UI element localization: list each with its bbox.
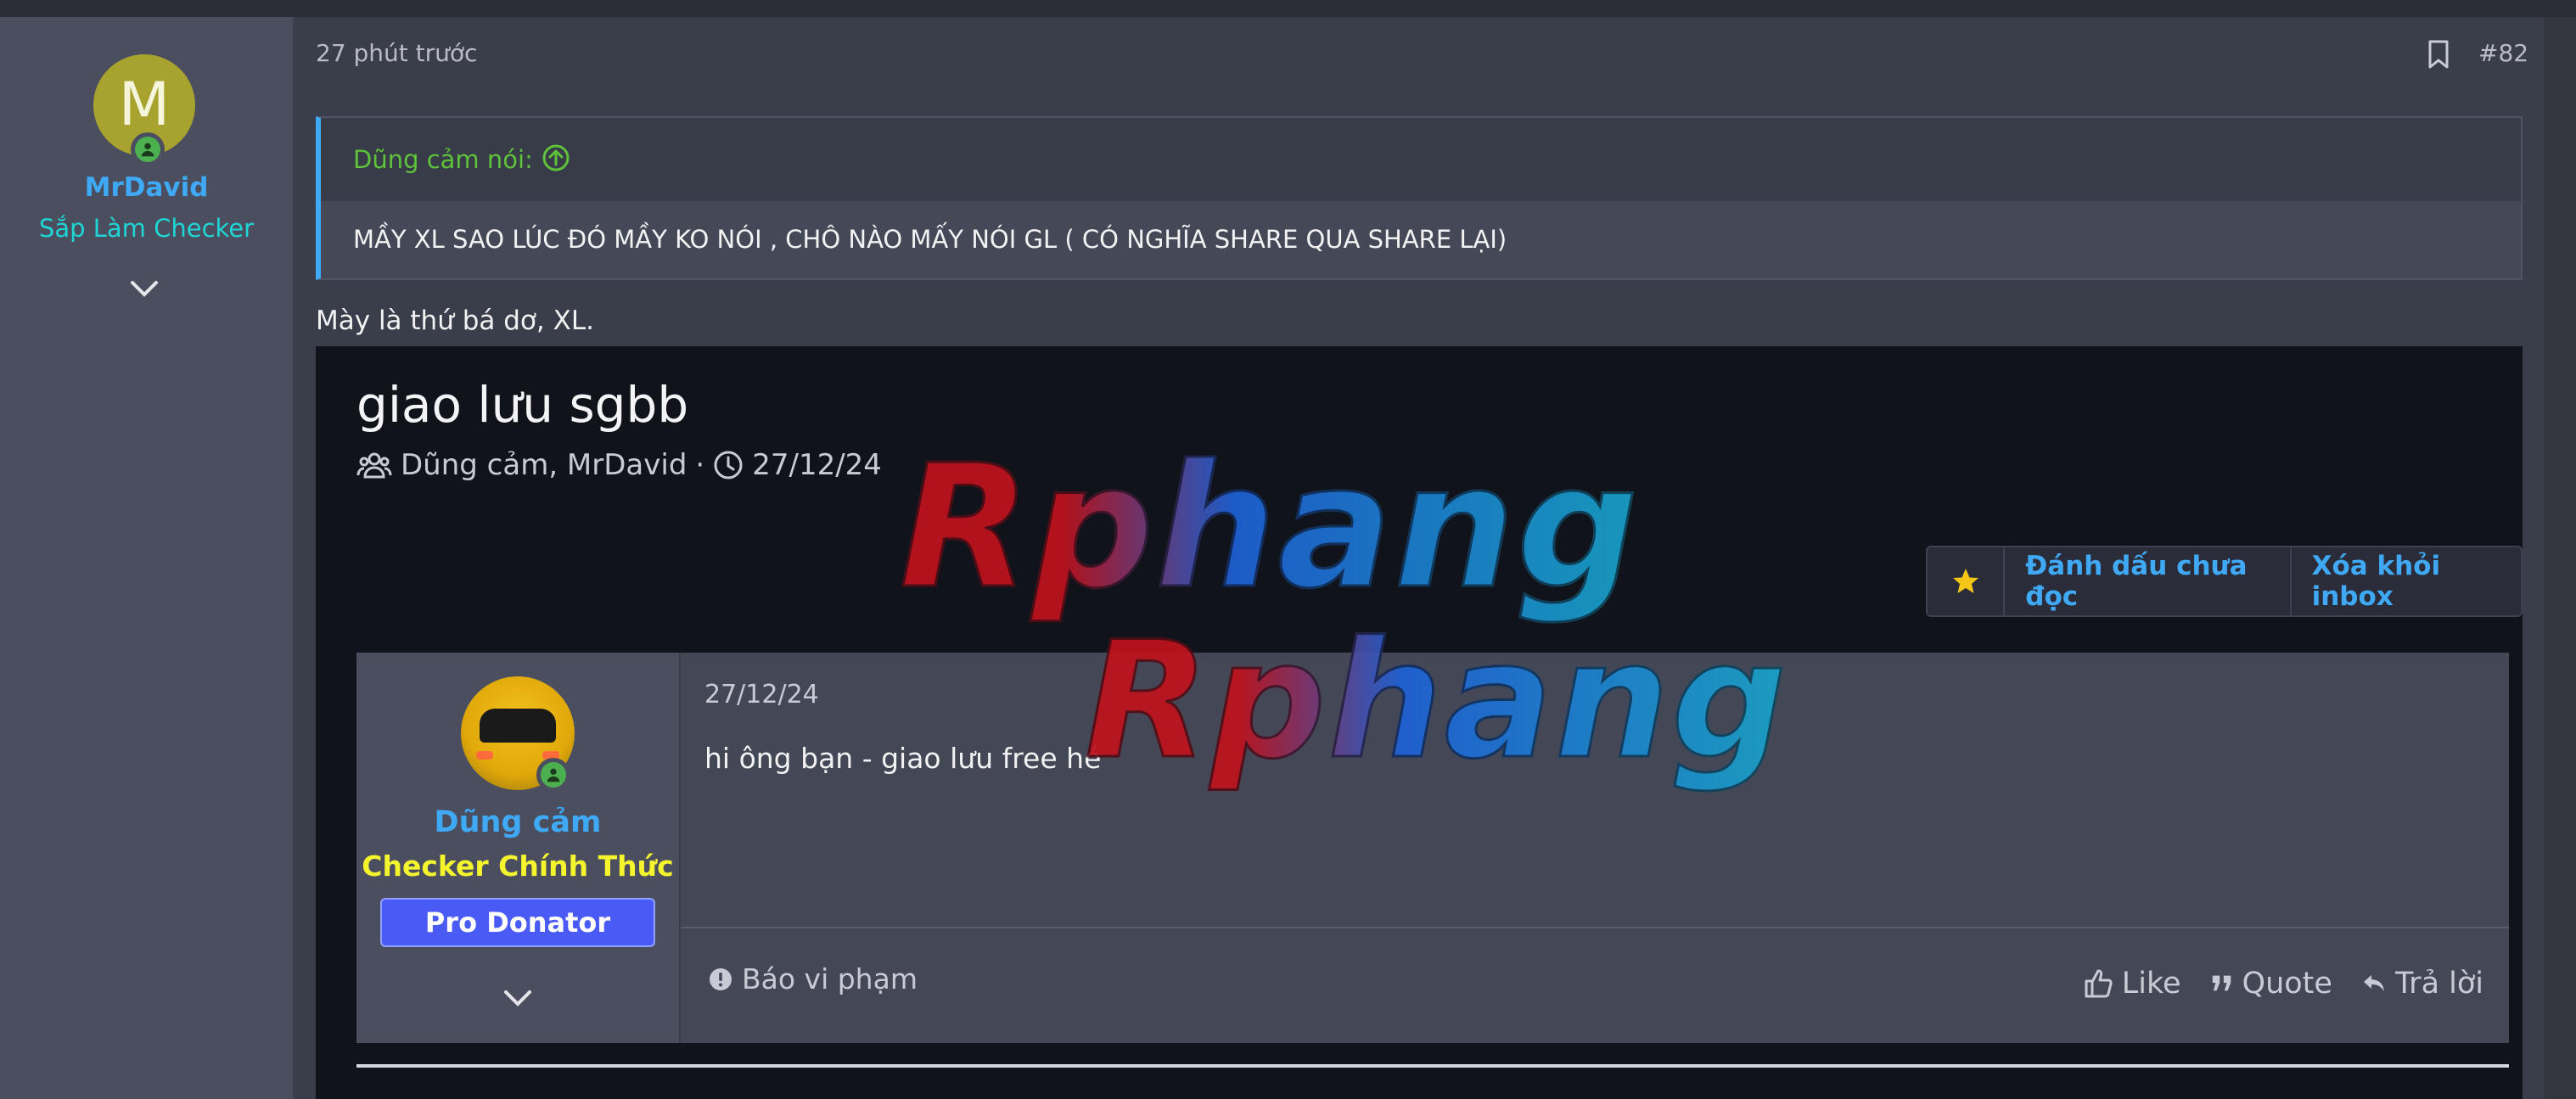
quote-label: Quote: [2242, 967, 2332, 1001]
bookmark-icon[interactable]: [2426, 39, 2451, 70]
thumbs-up-icon: [2085, 969, 2113, 998]
users-icon: [356, 452, 392, 479]
quote-header: Dũng cảm nói:: [321, 118, 2521, 201]
mark-unread-button[interactable]: Đánh dấu chưa đọc: [2005, 547, 2292, 615]
chevron-down-icon[interactable]: [127, 276, 161, 301]
message-author-sidebar: Dũng cảm Checker Chính Thức Pro Donator: [356, 653, 681, 1043]
message-text: hi ông bạn - giao lưu free hé: [704, 742, 1102, 775]
star-button[interactable]: [1928, 547, 2006, 615]
participants[interactable]: Dũng cảm, MrDavid: [401, 448, 687, 482]
scrollbar[interactable]: [2544, 17, 2576, 1099]
message-author-name[interactable]: Dũng cảm: [356, 805, 679, 839]
reply-icon: [2363, 975, 2384, 991]
post-time[interactable]: 27 phút trước: [316, 39, 477, 67]
author-title: Sắp Làm Checker: [38, 214, 255, 243]
quote-block: Dũng cảm nói: MẦY XL SAO LÚC ĐÓ MẦY KO N…: [316, 116, 2523, 280]
clock-icon: [714, 451, 743, 479]
chevron-down-icon[interactable]: [501, 985, 535, 1011]
remove-inbox-button[interactable]: Xóa khỏi inbox: [2292, 547, 2521, 615]
report-label: Báo vi phạm: [742, 962, 918, 995]
alert-circle-icon: [710, 967, 732, 990]
online-status-icon: [536, 758, 570, 792]
conversation-date: 27/12/24: [752, 448, 882, 482]
reply-button[interactable]: Trả lời: [2361, 967, 2483, 1001]
conversation-title[interactable]: giao lưu sgbb: [356, 376, 688, 434]
quote-button[interactable]: Quote: [2210, 967, 2332, 1001]
message-author-title: Checker Chính Thức: [362, 849, 674, 883]
author-name[interactable]: MrDavid: [0, 172, 293, 203]
like-button[interactable]: Like: [2083, 967, 2181, 1001]
pro-donator-badge: Pro Donator: [380, 898, 655, 947]
post-body-text: Mày là thứ bá dơ, XL.: [316, 306, 594, 336]
top-bar: [0, 0, 2576, 17]
arrow-up-circle-icon[interactable]: [542, 143, 570, 172]
like-label: Like: [2121, 967, 2181, 1001]
quote-icon: [2212, 975, 2231, 991]
quote-body: MẦY XL SAO LÚC ĐÓ MẦY KO NÓI , CHÔ NÀO M…: [321, 201, 2521, 278]
watermark-logo: Rphang: [1083, 606, 1789, 796]
embed-divider: [356, 1064, 2509, 1068]
post-number[interactable]: #82: [2478, 39, 2528, 67]
author-sidebar: M MrDavid Sắp Làm Checker: [0, 17, 295, 1099]
conversation-meta: Dũng cảm, MrDavid · 27/12/24: [356, 448, 882, 482]
report-link[interactable]: Báo vi phạm: [708, 962, 918, 995]
quote-author[interactable]: Dũng cảm nói:: [353, 145, 533, 174]
online-status-icon: [131, 132, 165, 166]
message-footer: Báo vi phạm Like Quote Trả lời: [681, 927, 2509, 1045]
star-icon: [1952, 569, 1978, 593]
message-actions: Like Quote Trả lời: [2083, 967, 2483, 1001]
watermark-logo: Rphang: [898, 428, 1641, 628]
conversation-actions: Đánh dấu chưa đọc Xóa khỏi inbox: [1926, 546, 2523, 617]
reply-label: Trả lời: [2394, 967, 2483, 1001]
meta-separator: ·: [695, 448, 705, 482]
message-date[interactable]: 27/12/24: [704, 680, 819, 709]
quote-text: MẦY XL SAO LÚC ĐÓ MẦY KO NÓI , CHÔ NÀO M…: [353, 225, 1507, 254]
